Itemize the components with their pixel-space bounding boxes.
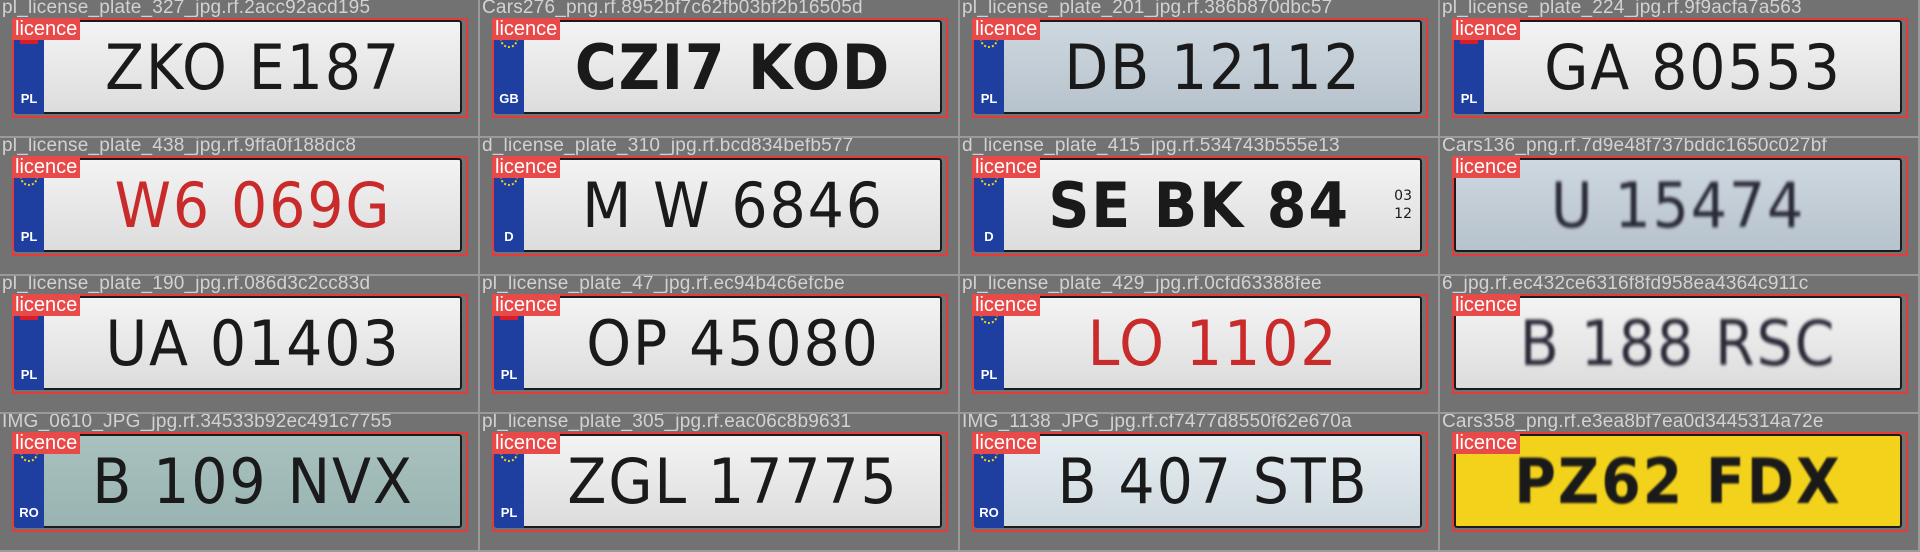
image-tile: pl_license_plate_327_jpg.rf.2acc92acd195… [0,0,478,136]
image-tile: pl_license_plate_47_jpg.rf.ec94b4c6efcbe… [480,276,958,412]
detection-label: licence [972,294,1041,316]
image-tile: pl_license_plate_429_jpg.rf.0cfd63388fee… [960,276,1438,412]
detection-label: licence [972,432,1041,454]
detection-box [1452,432,1908,532]
image-tile: IMG_0610_JPG_jpg.rf.34533b92ec491c7755 RO… [0,414,478,550]
image-tile: Cars136_png.rf.7d9e48f737bddc1650c027bf U… [1440,138,1918,274]
image-filename: 6_jpg.rf.ec432ce6316f8fd958ea4364c911c [1442,276,1809,294]
detection-box [1452,294,1908,394]
image-filename: d_license_plate_415_jpg.rf.534743b555e13 [962,138,1340,156]
image-grid: pl_license_plate_327_jpg.rf.2acc92acd195… [0,0,1920,552]
image-tile: Cars276_png.rf.8952bf7c62fb03bf2b16505d G… [480,0,958,136]
detection-box [492,156,948,256]
detection-label: licence [1452,432,1521,454]
detection-box [12,432,468,532]
image-tile: IMG_1138_JPG_jpg.rf.cf7477d8550f62e670a R… [960,414,1438,550]
image-tile: 6_jpg.rf.ec432ce6316f8fd958ea4364c911c B … [1440,276,1918,412]
image-tile: d_license_plate_310_jpg.rf.bcd834befb577… [480,138,958,274]
image-filename: pl_license_plate_224_jpg.rf.9f9acfa7a563 [1442,0,1802,18]
image-tile: pl_license_plate_201_jpg.rf.386b870dbc57… [960,0,1438,136]
detection-label: licence [12,156,81,178]
image-filename: d_license_plate_310_jpg.rf.bcd834befb577 [482,138,854,156]
detection-box [12,294,468,394]
detection-label: licence [1452,18,1521,40]
image-filename: Cars276_png.rf.8952bf7c62fb03bf2b16505d [482,0,863,18]
detection-box [492,294,948,394]
detection-label: licence [492,294,561,316]
image-filename: pl_license_plate_201_jpg.rf.386b870dbc57 [962,0,1333,18]
image-tile: pl_license_plate_190_jpg.rf.086d3c2cc83d… [0,276,478,412]
detection-label: licence [12,294,81,316]
image-filename: pl_license_plate_327_jpg.rf.2acc92acd195 [2,0,371,18]
image-filename: IMG_1138_JPG_jpg.rf.cf7477d8550f62e670a [962,414,1352,432]
detection-box [12,18,468,118]
detection-label: licence [492,432,561,454]
detection-label: licence [1452,294,1521,316]
detection-box [492,432,948,532]
image-filename: pl_license_plate_438_jpg.rf.9ffa0f188dc8 [2,138,357,156]
detection-label: licence [12,18,81,40]
detection-box [972,156,1428,256]
image-filename: pl_license_plate_429_jpg.rf.0cfd63388fee [962,276,1322,294]
image-filename: IMG_0610_JPG_jpg.rf.34533b92ec491c7755 [2,414,392,432]
detection-label: licence [12,432,81,454]
detection-label: licence [972,156,1041,178]
image-filename: Cars358_png.rf.e3ea8bf7ea0d3445314a72e [1442,414,1824,432]
image-filename: pl_license_plate_305_jpg.rf.eac06c8b9631 [482,414,852,432]
image-tile: Cars358_png.rf.e3ea8bf7ea0d3445314a72e PZ… [1440,414,1918,550]
image-filename: pl_license_plate_190_jpg.rf.086d3c2cc83d [2,276,371,294]
detection-box [12,156,468,256]
detection-box [972,294,1428,394]
image-tile: d_license_plate_415_jpg.rf.534743b555e13… [960,138,1438,274]
detection-box [972,432,1428,532]
detection-box [1452,18,1908,118]
detection-label: licence [492,18,561,40]
image-filename: Cars136_png.rf.7d9e48f737bddc1650c027bf [1442,138,1827,156]
detection-box [492,18,948,118]
detection-label: licence [972,18,1041,40]
image-tile: pl_license_plate_224_jpg.rf.9f9acfa7a563… [1440,0,1918,136]
detection-label: licence [1452,156,1521,178]
image-filename: pl_license_plate_47_jpg.rf.ec94b4c6efcbe [482,276,845,294]
detection-box [1452,156,1908,256]
image-tile: pl_license_plate_438_jpg.rf.9ffa0f188dc8… [0,138,478,274]
image-tile: pl_license_plate_305_jpg.rf.eac06c8b9631… [480,414,958,550]
detection-box [972,18,1428,118]
detection-label: licence [492,156,561,178]
